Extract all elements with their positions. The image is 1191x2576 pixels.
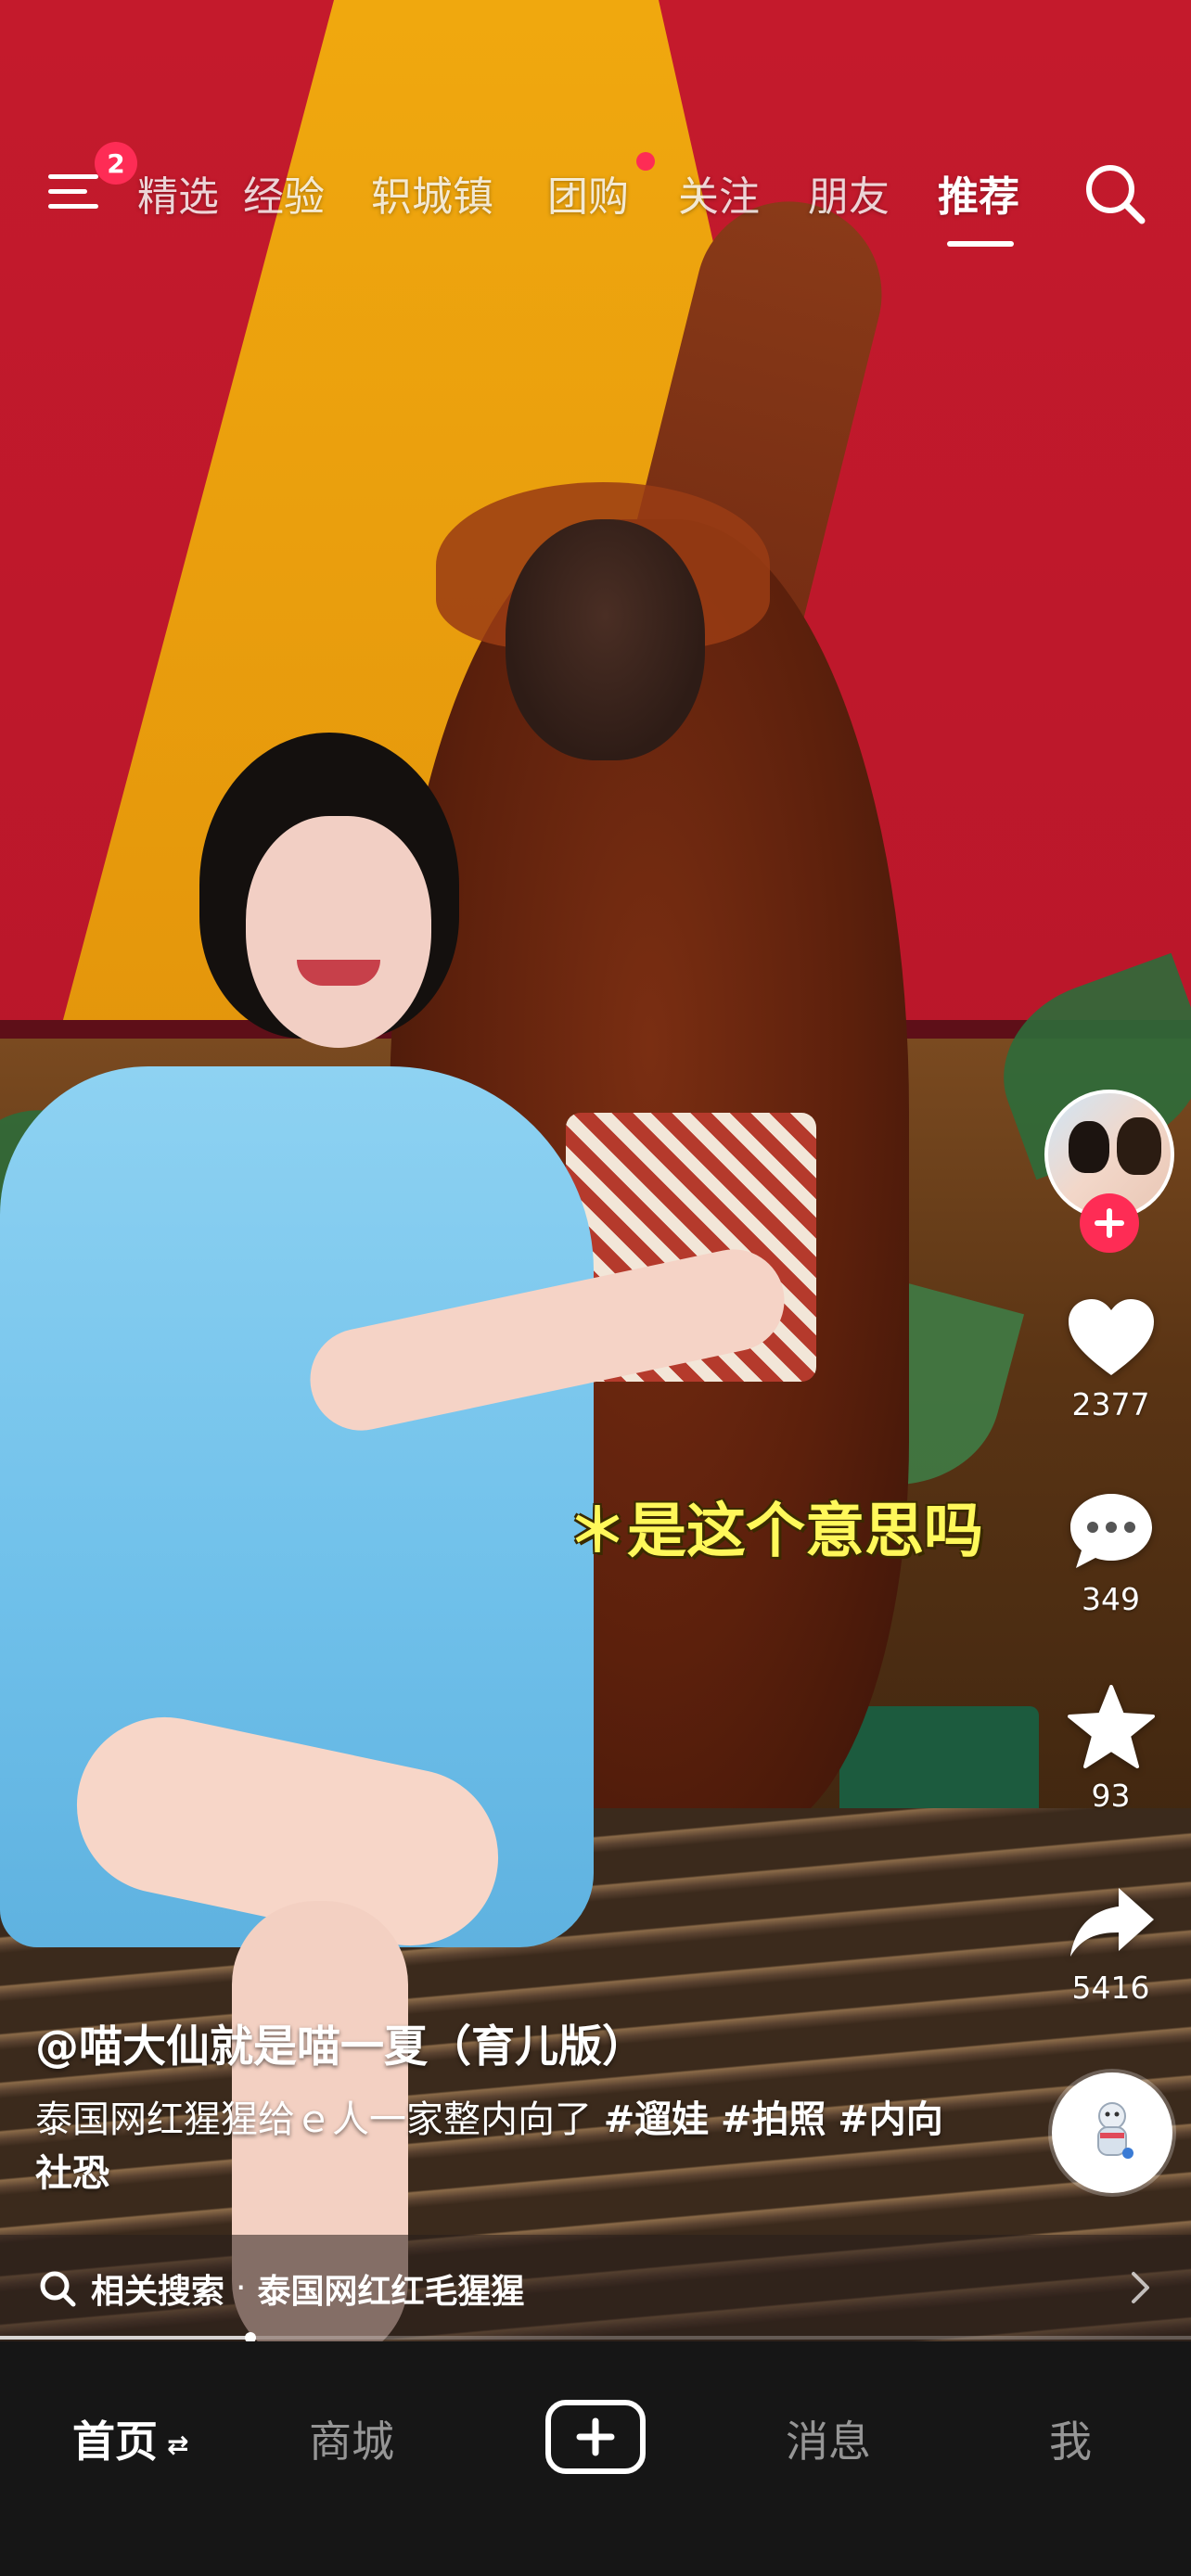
like-button[interactable]: 2377 — [1039, 1295, 1183, 1422]
heart-icon — [1068, 1299, 1154, 1375]
woman-face — [246, 816, 431, 1048]
comment-button[interactable]: 349 — [1039, 1488, 1183, 1617]
post-description: 泰国网红猩猩给ｅ人一家整内向了 #遛娃 #拍照 #内向社恐 — [35, 2093, 963, 2200]
menu-button[interactable] — [48, 169, 102, 215]
music-sticker-icon — [1097, 2102, 1133, 2159]
orangutan-head — [506, 519, 705, 760]
chevron-right-icon — [1132, 2272, 1149, 2303]
related-search-term: 泰国网红红毛猩猩 — [257, 2272, 525, 2311]
follow-button[interactable] — [1080, 1193, 1139, 1253]
video-player[interactable] — [0, 0, 1191, 2341]
video-progress-bar[interactable] — [0, 2332, 1191, 2343]
tab-messages[interactable]: 消息 — [786, 2408, 871, 2469]
tab-home[interactable]: 首页 ⇄ — [72, 2408, 188, 2469]
related-search-bar[interactable]: 相关搜索 · 泰国网红红毛猩猩 — [0, 2235, 1191, 2341]
plus-icon — [576, 2417, 615, 2456]
create-button[interactable] — [545, 2400, 646, 2474]
share-icon — [1069, 1888, 1154, 1957]
favorite-button[interactable]: 93 — [1039, 1683, 1183, 1814]
music-disc[interactable] — [1052, 2072, 1172, 2193]
related-search-separator: · — [236, 2269, 247, 2307]
plus-icon — [1095, 1208, 1124, 1238]
avatar-person — [1117, 1117, 1161, 1175]
share-count: 5416 — [1071, 1970, 1150, 2006]
star-icon — [1067, 1685, 1155, 1768]
tab-new-dot — [636, 152, 655, 171]
tab-experience[interactable]: 经验 — [243, 163, 325, 223]
tab-group-buy[interactable]: 团购 — [547, 163, 629, 223]
menu-icon — [48, 174, 98, 179]
active-tab-indicator — [947, 241, 1014, 247]
progress-fill — [0, 2336, 250, 2340]
tab-recommended[interactable]: 推荐 — [938, 163, 1019, 223]
hashtag[interactable]: #遛娃 — [604, 2098, 710, 2141]
woman-smile — [297, 960, 380, 986]
related-search-label: 相关搜索 — [91, 2272, 225, 2311]
avatar-person — [1069, 1121, 1109, 1173]
tab-me[interactable]: 我 — [1049, 2408, 1092, 2469]
author-name[interactable]: @喵大仙就是喵一夏（育儿版） — [35, 2010, 646, 2074]
tab-local[interactable]: 轵城镇 — [371, 163, 493, 223]
top-navigation: 2 精选 经验 轵城镇 团购 关注 朋友 推荐 — [0, 139, 1191, 247]
like-count: 2377 — [1071, 1386, 1150, 1422]
description-text: 泰国网红猩猩给ｅ人一家整内向了 — [35, 2098, 592, 2141]
tab-friends[interactable]: 朋友 — [808, 163, 890, 223]
menu-notification-badge: 2 — [95, 142, 137, 185]
search-icon — [40, 2271, 76, 2306]
hashtag[interactable]: #拍照 — [721, 2098, 826, 2141]
menu-icon-line — [48, 204, 98, 209]
tab-featured[interactable]: 精选 — [137, 163, 219, 223]
refresh-icon: ⇄ — [167, 2429, 189, 2460]
tab-mall[interactable]: 商城 — [309, 2408, 394, 2469]
bottom-tab-bar: 首页 ⇄ 商城 消息 我 — [0, 2341, 1191, 2576]
menu-icon-line — [48, 189, 87, 194]
tab-home-label: 首页 — [72, 2417, 158, 2467]
comment-count: 349 — [1082, 1581, 1140, 1617]
search-button[interactable] — [1079, 158, 1153, 232]
search-icon — [1086, 165, 1146, 224]
video-subtitle: ＊是这个意思吗 — [568, 1498, 983, 1566]
favorite-count: 93 — [1091, 1778, 1131, 1814]
share-button[interactable]: 5416 — [1039, 1882, 1183, 2006]
comment-icon — [1069, 1494, 1152, 1568]
tab-following[interactable]: 关注 — [678, 163, 760, 223]
